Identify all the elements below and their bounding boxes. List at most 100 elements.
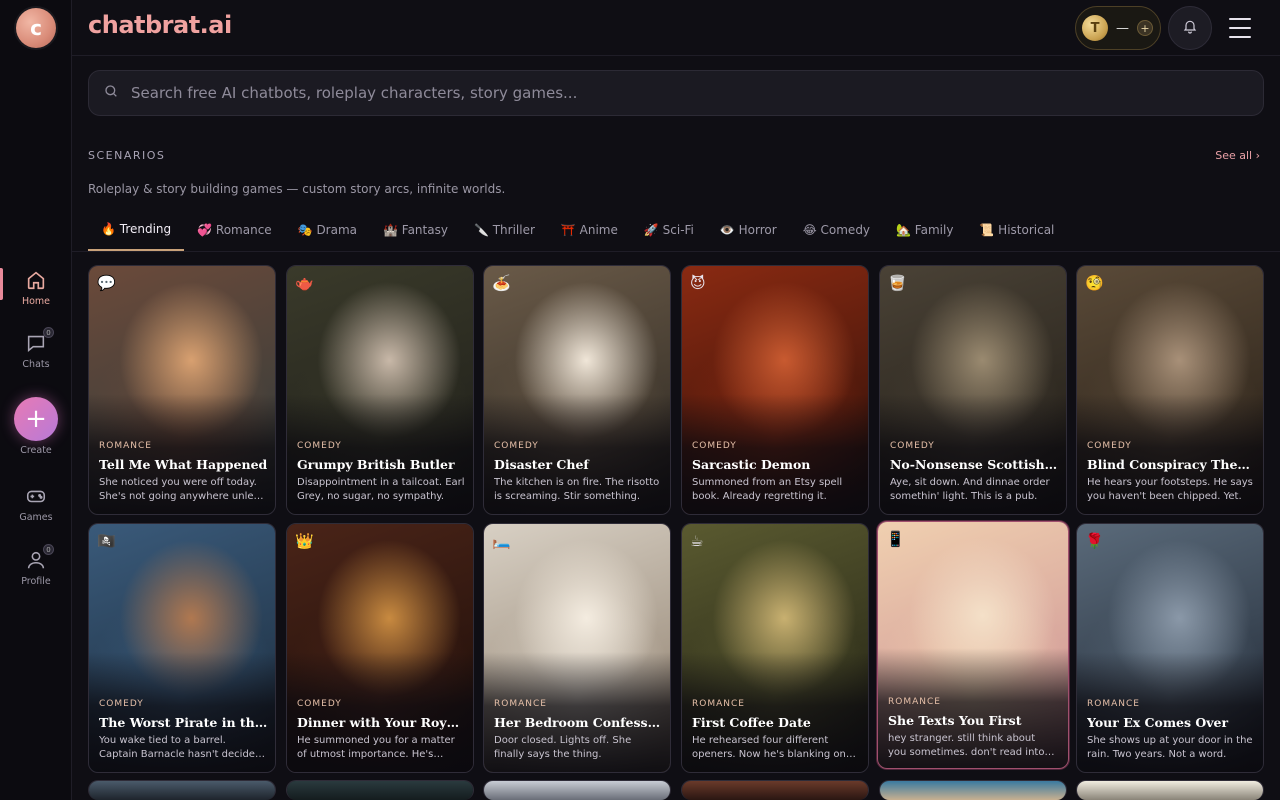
card-genre: COMEDY bbox=[297, 441, 342, 451]
scenario-card-partial[interactable] bbox=[681, 780, 869, 800]
card-emoji-icon: 🏴‍☠️ bbox=[97, 532, 116, 550]
card-description: He hears your footsteps. He says you hav… bbox=[1087, 477, 1253, 502]
tab-comedy[interactable]: 😂 Comedy bbox=[790, 208, 883, 251]
tab-fantasy[interactable]: 🏰 Fantasy bbox=[370, 208, 461, 251]
tab-romance[interactable]: 💞 Romance bbox=[184, 208, 285, 251]
card-description: hey stranger. still think about you some… bbox=[888, 733, 1045, 758]
see-all-link[interactable]: See all › bbox=[1215, 149, 1260, 162]
tab-historical[interactable]: 📜 Historical bbox=[966, 208, 1067, 251]
tabs-divider bbox=[72, 251, 1280, 252]
card-emoji-icon: 😈 bbox=[690, 274, 706, 292]
card-description: He rehearsed four different openers. Now… bbox=[692, 735, 846, 760]
card-description: Disappointment in a tailcoat. Earl Grey,… bbox=[297, 477, 465, 502]
card-genre: COMEDY bbox=[297, 699, 342, 709]
hamburger-menu-icon[interactable] bbox=[1228, 16, 1252, 40]
scenario-card[interactable]: 🛏️ ROMANCE Her Bedroom Confession Door clos… bbox=[483, 523, 671, 773]
brand-wordmark[interactable]: chatbrat.ai bbox=[88, 11, 232, 39]
search-input[interactable] bbox=[131, 84, 1263, 102]
card-emoji-icon: 🛏️ bbox=[492, 532, 511, 550]
card-title: The Worst Pirate in the Caribbean bbox=[99, 715, 269, 730]
scenario-card[interactable]: 😈 COMEDY Sarcastic Demon Summoned from an E… bbox=[681, 265, 869, 515]
sidebar-item-games[interactable]: Games bbox=[0, 484, 72, 523]
search-icon bbox=[103, 83, 119, 103]
card-emoji-icon: 🍝 bbox=[492, 274, 511, 292]
card-description: Aye, sit down. And dinnae order somethin… bbox=[890, 477, 1050, 502]
scenario-card[interactable]: 🏴‍☠️ COMEDY The Worst Pirate in the Caribb… bbox=[88, 523, 276, 773]
sidebar-item-label: Games bbox=[19, 512, 53, 523]
sidebar-item-create[interactable]: + Create bbox=[0, 397, 72, 456]
logo-letter: c bbox=[30, 16, 42, 40]
card-title: She Texts You First bbox=[888, 713, 1022, 728]
scenario-card-partial[interactable] bbox=[1076, 780, 1264, 800]
app-logo-avatar[interactable]: c bbox=[16, 8, 56, 48]
home-icon bbox=[24, 268, 48, 292]
tab-trending[interactable]: 🔥 Trending bbox=[88, 208, 185, 251]
card-title: Disaster Chef bbox=[494, 457, 589, 472]
card-emoji-icon: 🌹 bbox=[1085, 532, 1104, 550]
scenario-card[interactable]: 🍝 COMEDY Disaster Chef The kitchen is on fi… bbox=[483, 265, 671, 515]
card-title: Dinner with Your Royal Highness bbox=[297, 715, 467, 730]
sidebar-item-label: Create bbox=[20, 445, 52, 456]
scenario-card[interactable]: 🌹 ROMANCE Your Ex Comes Over She shows up a… bbox=[1076, 523, 1264, 773]
scenario-card[interactable]: 📱 ROMANCE She Texts You First hey stranger.… bbox=[877, 521, 1069, 769]
scenario-card[interactable]: 🧐 COMEDY Blind Conspiracy Theorist He hears… bbox=[1076, 265, 1264, 515]
card-emoji-icon: 👑 bbox=[295, 532, 314, 550]
card-description: He summoned you for a matter of utmost i… bbox=[297, 735, 455, 760]
create-button[interactable]: + bbox=[14, 397, 58, 441]
coin-value: — bbox=[1116, 20, 1129, 36]
tab-sci-fi[interactable]: 🚀 Sci-Fi bbox=[631, 208, 707, 251]
sidebar-item-chats[interactable]: 0 Chats bbox=[0, 327, 72, 370]
card-title: Tell Me What Happened bbox=[99, 457, 268, 472]
scenario-card-partial[interactable] bbox=[483, 780, 671, 800]
sidebar-item-home[interactable]: Home bbox=[0, 268, 72, 307]
scenario-card[interactable]: 💬 ROMANCE Tell Me What Happened She noticed… bbox=[88, 265, 276, 515]
coin-icon: T bbox=[1082, 15, 1108, 41]
card-emoji-icon: 📱 bbox=[886, 530, 905, 548]
scenario-card-partial[interactable] bbox=[286, 780, 474, 800]
card-title: Blind Conspiracy Theorist bbox=[1087, 457, 1257, 472]
card-description: She shows up at your door in the rain. T… bbox=[1087, 735, 1253, 760]
card-title: Your Ex Comes Over bbox=[1087, 715, 1229, 730]
card-genre: ROMANCE bbox=[1087, 699, 1140, 709]
scenario-card-partial[interactable] bbox=[879, 780, 1067, 800]
scenario-card-partial[interactable] bbox=[88, 780, 276, 800]
sidebar-item-label: Profile bbox=[21, 576, 51, 587]
bell-icon bbox=[1182, 18, 1198, 38]
card-description: Door closed. Lights off. She finally say… bbox=[494, 735, 632, 760]
section-title: SCENARIOS bbox=[88, 149, 166, 162]
sidebar-item-profile[interactable]: 0 Profile bbox=[0, 544, 72, 587]
scenario-card[interactable]: 🥃 COMEDY No-Nonsense Scottish Pub Owner Aye… bbox=[879, 265, 1067, 515]
section-subtitle: Roleplay & story building games — custom… bbox=[88, 182, 506, 196]
card-description: You wake tied to a barrel. Captain Barna… bbox=[99, 735, 262, 760]
tab-horror[interactable]: 👁️ Horror bbox=[707, 208, 790, 251]
card-title: Her Bedroom Confession bbox=[494, 715, 664, 730]
sidebar: c Home 0 Chats + Create Games 0 Profile bbox=[0, 0, 72, 800]
card-description: The kitchen is on fire. The risotto is s… bbox=[494, 477, 660, 502]
top-bar: chatbrat.ai T — + bbox=[72, 0, 1280, 56]
search-bar[interactable] bbox=[88, 70, 1264, 116]
scenario-card[interactable]: ☕ ROMANCE First Coffee Date He rehearsed fo… bbox=[681, 523, 869, 773]
tab-anime[interactable]: ⛩️ Anime bbox=[548, 208, 631, 251]
card-title: Grumpy British Butler bbox=[297, 457, 455, 472]
scenario-card[interactable]: 👑 COMEDY Dinner with Your Royal Highness He… bbox=[286, 523, 474, 773]
card-title: Sarcastic Demon bbox=[692, 457, 811, 472]
card-emoji-icon: 💬 bbox=[97, 274, 116, 292]
add-coins-button[interactable]: + bbox=[1137, 20, 1153, 36]
card-genre: COMEDY bbox=[890, 441, 935, 451]
card-genre: ROMANCE bbox=[494, 699, 547, 709]
card-genre: ROMANCE bbox=[99, 441, 152, 451]
notifications-button[interactable] bbox=[1168, 6, 1212, 50]
tab-family[interactable]: 🏡 Family bbox=[883, 208, 966, 251]
tab-thriller[interactable]: 🔪 Thriller bbox=[461, 208, 548, 251]
card-emoji-icon: 🥃 bbox=[888, 274, 907, 292]
profile-badge: 0 bbox=[43, 544, 54, 555]
card-title: First Coffee Date bbox=[692, 715, 811, 730]
category-tabs: 🔥 Trending 💞 Romance 🎭 Drama 🏰 Fantasy 🔪… bbox=[88, 208, 1067, 252]
card-genre: ROMANCE bbox=[888, 697, 941, 707]
card-genre: COMEDY bbox=[1087, 441, 1132, 451]
tab-drama[interactable]: 🎭 Drama bbox=[285, 208, 370, 251]
card-title: No-Nonsense Scottish Pub Owner bbox=[890, 457, 1060, 472]
coin-balance[interactable]: T — + bbox=[1075, 6, 1161, 50]
chat-bubble-icon: 0 bbox=[24, 327, 54, 355]
scenario-card[interactable]: 🫖 COMEDY Grumpy British Butler Disappointme… bbox=[286, 265, 474, 515]
